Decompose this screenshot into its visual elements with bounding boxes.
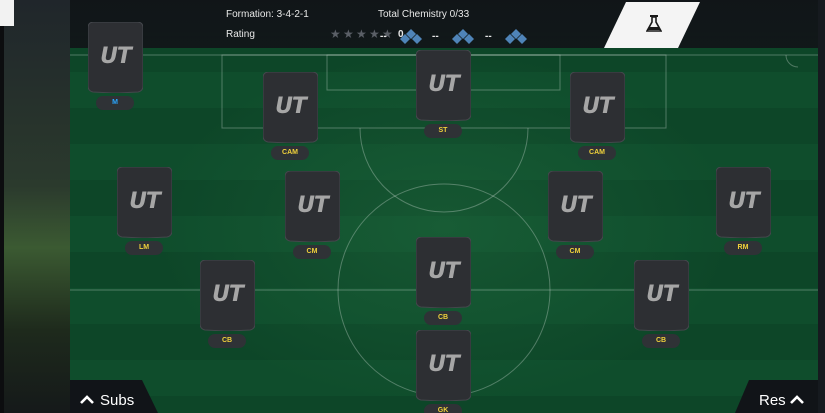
chemistry-diamond-icon [400, 29, 422, 44]
subs-button[interactable]: Subs [70, 380, 158, 413]
position-badge: CM [293, 245, 331, 259]
star-icon: ★ [343, 27, 354, 41]
position-badge: RM [724, 241, 762, 255]
reserves-button[interactable]: Res [735, 380, 818, 413]
position-badge: CAM [271, 146, 309, 160]
ut-logo-icon: UT [275, 94, 307, 119]
rating-label: Rating [226, 29, 255, 40]
chem-value: -- [485, 30, 492, 42]
chem-slot: -- [432, 28, 474, 44]
position-badge: GK [424, 404, 462, 413]
position-badge: CB [642, 334, 680, 348]
position-badge: ST [424, 124, 462, 138]
ut-logo-icon: UT [212, 282, 244, 307]
background-notch [0, 0, 14, 26]
player-slot-card[interactable]: UT [416, 237, 471, 308]
player-slot-card[interactable]: UT [200, 260, 255, 331]
player-slot-card[interactable]: UT [88, 22, 143, 93]
ut-logo-icon: UT [428, 72, 460, 97]
player-slot-card[interactable]: UT [416, 50, 471, 121]
player-slot-card[interactable]: UT [263, 72, 318, 143]
position-badge: CAM [578, 146, 616, 160]
position-badge: CB [424, 311, 462, 325]
background-divider [0, 26, 4, 413]
ut-logo-icon: UT [646, 282, 678, 307]
player-slot-card[interactable]: UT [117, 167, 172, 238]
position-badge: LM [125, 241, 163, 255]
ut-logo-icon: UT [129, 189, 161, 214]
player-slot-card[interactable]: UT [285, 171, 340, 242]
ut-logo-icon: UT [582, 94, 614, 119]
reserves-label: Res [759, 392, 786, 409]
ut-logo-icon: UT [428, 352, 460, 377]
star-icon: ★ [330, 27, 341, 41]
chemistry-diamond-icon [452, 29, 474, 44]
position-badge: M [96, 96, 134, 110]
chemistry-label: Total Chemistry 0/33 [378, 9, 470, 20]
squad-header: Formation: 3-4-2-1 Rating ★ ★ ★ ★ ★ 0 To… [70, 0, 818, 48]
chem-slot: -- [380, 28, 422, 44]
ut-logo-icon: UT [560, 193, 592, 218]
background-image [0, 0, 72, 413]
player-slot-card[interactable]: UT [570, 72, 625, 143]
player-slot-card[interactable]: UT [548, 171, 603, 242]
ut-logo-icon: UT [297, 193, 329, 218]
player-slot-card[interactable]: UT [716, 167, 771, 238]
player-slot-card[interactable]: UT [416, 330, 471, 401]
chevron-up-icon [790, 395, 804, 404]
chem-value: -- [380, 30, 387, 42]
formation-label[interactable]: Formation: 3-4-2-1 [226, 9, 309, 20]
chemistry-diamond-icon [505, 29, 527, 44]
star-icon: ★ [356, 27, 367, 41]
position-badge: CB [208, 334, 246, 348]
subs-label: Subs [100, 392, 135, 409]
chem-slot: -- [485, 28, 527, 44]
flask-icon [646, 15, 662, 32]
ut-logo-icon: UT [728, 189, 760, 214]
ut-logo-icon: UT [428, 259, 460, 284]
chem-value: -- [432, 30, 439, 42]
position-badge: CM [556, 245, 594, 259]
squad-builder: Formation: 3-4-2-1 Rating ★ ★ ★ ★ ★ 0 To… [0, 0, 825, 413]
player-slot-card[interactable]: UT [634, 260, 689, 331]
chevron-up-icon [80, 395, 94, 404]
ut-logo-icon: UT [100, 44, 132, 69]
chemistry-lab-button[interactable] [604, 2, 700, 48]
